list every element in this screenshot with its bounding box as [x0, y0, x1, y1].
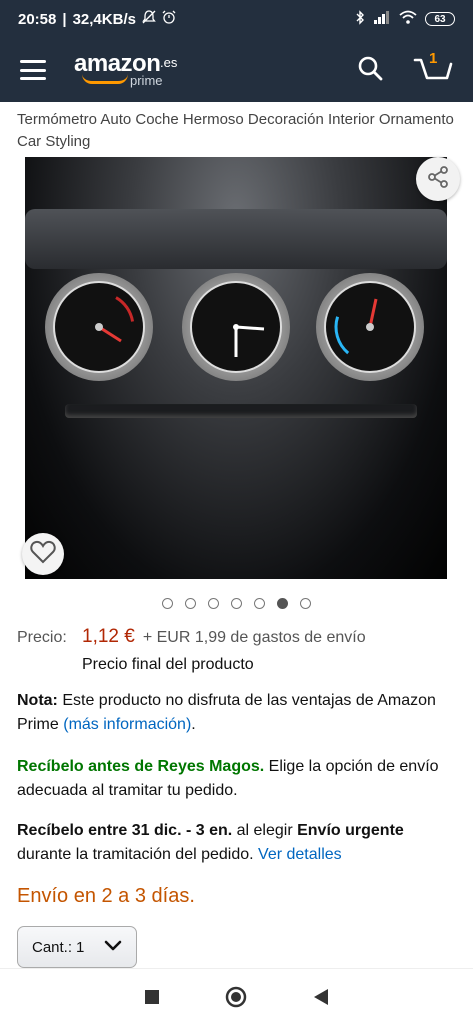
cart-count: 1 [429, 50, 438, 67]
carousel-dot[interactable] [185, 598, 196, 609]
alarm-icon [162, 10, 176, 28]
carousel-dot-active[interactable] [277, 598, 288, 609]
quantity-select[interactable]: Cant.: 1 [17, 926, 137, 968]
system-nav-bar [0, 968, 473, 1024]
search-icon[interactable] [357, 55, 383, 86]
wishlist-button[interactable] [22, 533, 64, 575]
app-header: amazon .es prime 1 [0, 38, 473, 102]
note-label: Nota: [17, 692, 58, 709]
urgent-delivery-note: Recíbelo entre 31 dic. - 3 en. al elegir… [17, 822, 404, 863]
heart-icon [30, 540, 56, 569]
cart-icon [413, 58, 453, 92]
share-button[interactable] [416, 157, 460, 201]
shipping-cost: + EUR 1,99 de gastos de envío [142, 629, 366, 646]
image-carousel-dots[interactable] [162, 598, 311, 609]
nav-back-icon[interactable] [304, 980, 338, 1014]
delivery-range: Recíbelo entre 31 dic. - 3 en. [17, 822, 233, 839]
status-bar: 20:58 | 32,4KB/s 63 [0, 0, 473, 38]
battery-indicator: 63 [425, 12, 455, 26]
urgent-shipping-label: Envío urgente [297, 822, 404, 839]
menu-icon[interactable] [20, 60, 46, 80]
cart-button[interactable]: 1 [413, 50, 453, 88]
final-price-note: Precio final del producto [82, 656, 254, 673]
notification-off-icon [142, 10, 156, 28]
thermometer-gauge-image [45, 273, 153, 381]
share-icon [426, 165, 450, 194]
carousel-dot[interactable] [162, 598, 173, 609]
carousel-dot[interactable] [231, 598, 242, 609]
delivery-time: Envío en 2 a 3 días. [17, 885, 195, 907]
price-label: Precio: [17, 629, 67, 646]
carousel-dot[interactable] [300, 598, 311, 609]
price-value: 1,12 € [82, 626, 135, 647]
status-time: 20:58 [18, 10, 57, 28]
signal-icon [373, 10, 391, 28]
status-divider: | [62, 10, 67, 28]
reyes-headline: Recíbelo antes de Reyes Magos. [17, 758, 265, 775]
quantity-value: 1 [76, 938, 85, 956]
product-title: Termómetro Auto Coche Hermoso Decoración… [17, 111, 454, 150]
reyes-delivery-note: Recíbelo antes de Reyes Magos. Elige la … [17, 755, 457, 803]
wifi-icon [399, 10, 417, 28]
carousel-dot[interactable] [254, 598, 265, 609]
prime-note: Nota: Este producto no disfruta de las v… [17, 692, 436, 733]
network-speed: 32,4KB/s [72, 10, 136, 28]
amazon-prime-logo[interactable]: amazon .es prime [74, 50, 184, 90]
nav-recents-icon[interactable] [135, 980, 169, 1014]
price-row: Precio: 1,12 € + EUR 1,99 de gastos de e… [17, 626, 366, 648]
chevron-down-icon [104, 939, 122, 956]
product-image[interactable] [25, 157, 447, 579]
more-info-link[interactable]: (más información) [63, 716, 191, 733]
quantity-label: Cant.: [32, 938, 73, 956]
hygrometer-gauge-image [316, 273, 424, 381]
nav-home-icon[interactable] [219, 980, 253, 1014]
clock-gauge-image [182, 273, 290, 381]
bluetooth-icon [355, 9, 365, 29]
see-details-link[interactable]: Ver detalles [258, 846, 342, 863]
carousel-dot[interactable] [208, 598, 219, 609]
